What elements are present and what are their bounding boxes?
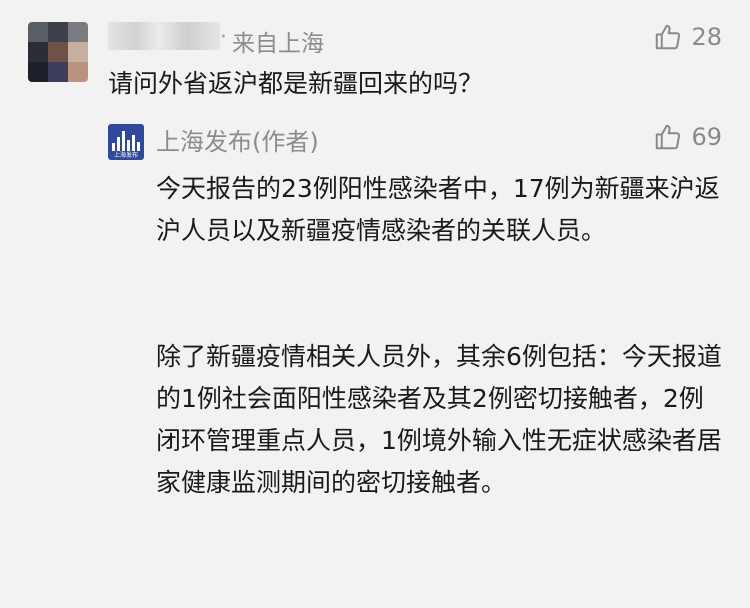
reply-paragraph: 除了新疆疫情相关人员外，其余6例包括：今天报道的1例社会面阳性感染者及其2例密切…	[156, 342, 722, 497]
shanghai-skyline-logo[interactable]: 上海发布	[108, 124, 144, 160]
comment-like-button[interactable]: 28	[653, 22, 722, 52]
logo-caption: 上海发布	[113, 152, 138, 159]
comment-location: 来自上海	[232, 31, 324, 57]
reply-like-count: 69	[691, 123, 722, 151]
comment-like-count: 28	[691, 23, 722, 51]
comment-text: 请问外省返沪都是新疆回来的吗？	[108, 69, 484, 98]
blurred-username[interactable]	[108, 22, 220, 50]
commenter-avatar[interactable]	[28, 22, 88, 82]
separator: ·	[220, 25, 227, 50]
reply-like-button[interactable]: 69	[653, 122, 722, 152]
reply-author-name[interactable]: 上海发布(作者)	[156, 122, 319, 157]
reply-paragraph: 今天报告的23例阳性感染者中，17例为新疆来沪返沪人员以及新疆疫情感染者的关联人…	[156, 174, 720, 245]
thumbs-up-icon	[656, 124, 681, 150]
thumbs-up-icon	[656, 24, 681, 50]
reply-body: 今天报告的23例阳性感染者中，17例为新疆来沪返沪人员以及新疆疫情感染者的关联人…	[156, 168, 726, 504]
